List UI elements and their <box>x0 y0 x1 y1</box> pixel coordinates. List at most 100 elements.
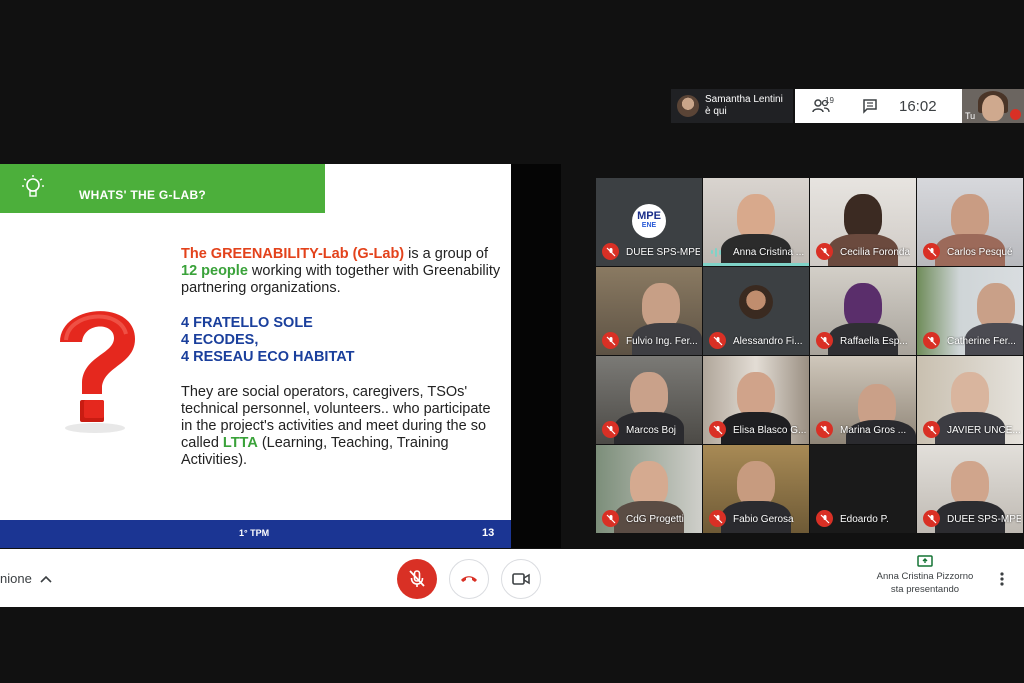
notification-message: è qui <box>705 106 727 117</box>
slide-footer-label: 1° TPM <box>239 528 270 538</box>
participants-count: 19 <box>825 96 834 105</box>
participant-tile[interactable]: Fulvio Ing. Fer... <box>596 267 702 355</box>
presenter-status-text: sta presentando <box>890 584 960 595</box>
people-count: 12 people <box>181 263 248 279</box>
muted-mic-icon <box>602 243 619 260</box>
para1-text-1: is a group of <box>404 246 488 262</box>
participant-name: Marina Gros ... <box>840 425 907 436</box>
slide-header: WHATS' THE G-LAB? <box>0 164 325 213</box>
muted-mic-icon <box>816 243 833 260</box>
slide-paragraph-1: The GREENABILITY-Lab (G-Lab) is a group … <box>181 246 501 297</box>
participant-name: Alessandro Fi... <box>733 336 803 347</box>
participant-tile[interactable]: DUEE SPS-MPE <box>917 445 1023 533</box>
muted-mic-icon <box>816 421 833 438</box>
bottom-control-bar: nione Anna Cristina Pizzorno sta present… <box>0 549 1024 607</box>
camera-toggle-button[interactable] <box>501 559 541 599</box>
participant-name: Fabio Gerosa <box>733 514 794 525</box>
mic-off-icon <box>409 570 425 587</box>
participant-name: Carlos Pesqué <box>947 247 1013 258</box>
muted-mic-icon <box>923 421 940 438</box>
muted-mic-icon <box>816 510 833 527</box>
participant-name: Cecilia Foronda <box>840 247 911 258</box>
slide-side-margin <box>511 164 561 548</box>
participant-tile[interactable]: Marina Gros ... <box>810 356 916 444</box>
chevron-up-icon <box>40 575 52 583</box>
active-speaker-bar <box>703 263 809 266</box>
slide-title: WHATS' THE G-LAB? <box>79 188 207 202</box>
lightbulb-icon <box>22 175 44 197</box>
present-screen-icon <box>917 555 933 567</box>
hang-up-icon <box>461 576 477 582</box>
participant-name: Anna Cristina ... <box>733 247 805 258</box>
participant-name: DUEE SPS-MPE <box>947 514 1021 525</box>
muted-mic-icon <box>602 510 619 527</box>
chat-icon <box>863 99 877 114</box>
muted-mic-icon <box>923 243 940 260</box>
presenter-name: Anna Cristina Pizzorno <box>876 571 974 582</box>
participant-name: CdG Progetti <box>626 514 684 525</box>
notification-name: Samantha Lentini <box>705 94 783 105</box>
slide-body: The GREENABILITY-Lab (G-Lab) is a group … <box>181 246 501 487</box>
partner-item: 4 ECODES, <box>181 332 259 348</box>
participant-tile[interactable]: Elisa Blasco G... <box>703 356 809 444</box>
glab-name: The GREENABILITY-Lab (G-Lab) <box>181 246 405 262</box>
participant-name: Fulvio Ing. Fer... <box>626 336 698 347</box>
top-toolbar: 19 16:02 <box>795 89 962 123</box>
participants-button[interactable]: 19 <box>795 89 847 123</box>
microphone-toggle-button[interactable] <box>397 559 437 599</box>
participant-name: Raffaella Esp... <box>840 336 908 347</box>
meeting-details-label: nione <box>0 571 32 586</box>
notification-avatar <box>677 95 699 117</box>
self-muted-icon <box>1010 109 1021 120</box>
participant-tile[interactable]: Cecilia Foronda <box>810 178 916 266</box>
question-mark-icon <box>60 311 135 433</box>
self-label: Tu <box>965 111 976 121</box>
participant-name: Elisa Blasco G... <box>733 425 807 436</box>
muted-mic-icon <box>709 510 726 527</box>
slide-partner-list: 4 FRATELLO SOLE 4 ECODES, 4 RESEAU ECO H… <box>181 315 501 366</box>
clock: 16:02 <box>899 97 937 115</box>
participant-tile[interactable]: Anna Cristina ... <box>703 178 809 266</box>
slide-paragraph-3: They are social operators, caregivers, T… <box>181 384 501 469</box>
camera-icon <box>512 573 530 585</box>
participant-name: DUEE SPS-MPE <box>626 247 700 258</box>
participant-tile[interactable]: MPE ENE DUEE SPS-MPE <box>596 178 702 266</box>
participant-grid: MPE ENE DUEE SPS-MPE Anna Cristina ... Ce… <box>596 178 1024 535</box>
presenter-status[interactable]: Anna Cristina Pizzorno sta presentando <box>860 555 990 596</box>
muted-mic-icon <box>923 510 940 527</box>
participant-tile[interactable]: JAVIER UNCE... <box>917 356 1023 444</box>
participant-tile[interactable]: Marcos Boj <box>596 356 702 444</box>
partner-item: 4 RESEAU ECO HABITAT <box>181 349 355 365</box>
slide-footer: 1° TPM 13 <box>0 520 511 548</box>
participant-name: Edoardo P. <box>840 514 889 525</box>
speaking-indicator-icon <box>711 247 723 257</box>
organization-logo: MPE ENE <box>632 204 666 238</box>
participant-tile[interactable]: Carlos Pesqué <box>917 178 1023 266</box>
muted-mic-icon <box>709 332 726 349</box>
muted-mic-icon <box>602 421 619 438</box>
participant-tile[interactable]: Alessandro Fi... <box>703 267 809 355</box>
muted-mic-icon <box>709 421 726 438</box>
chat-button[interactable] <box>847 89 893 123</box>
muted-mic-icon <box>816 332 833 349</box>
participant-tile[interactable]: Raffaella Esp... <box>810 267 916 355</box>
meeting-details-button[interactable]: nione <box>0 571 52 586</box>
presentation-slide: WHATS' THE G-LAB? The GREENABILITY-Lab (… <box>0 164 511 548</box>
participant-tile[interactable]: Fabio Gerosa <box>703 445 809 533</box>
meet-window: Samantha Lentini è qui 19 16:02 Tu WHATS… <box>0 0 1024 683</box>
self-video-tile[interactable]: Tu <box>962 89 1024 123</box>
logo-text-main: MPE <box>637 210 661 222</box>
participant-name: Marcos Boj <box>626 425 677 436</box>
muted-mic-icon <box>602 332 619 349</box>
logo-text-sub: ENE <box>641 222 657 229</box>
participant-tile[interactable]: CdG Progetti <box>596 445 702 533</box>
participant-tile[interactable]: Edoardo P. <box>810 445 916 533</box>
self-face <box>982 95 1004 121</box>
ltta-term: LTTA <box>222 435 258 451</box>
muted-mic-icon <box>923 332 940 349</box>
leave-call-button[interactable] <box>449 559 489 599</box>
join-notification: Samantha Lentini è qui <box>671 89 793 123</box>
participant-name: JAVIER UNCE... <box>947 425 1021 436</box>
more-options-icon[interactable] <box>996 571 1008 587</box>
participant-tile[interactable]: Catherine Fer... <box>917 267 1023 355</box>
